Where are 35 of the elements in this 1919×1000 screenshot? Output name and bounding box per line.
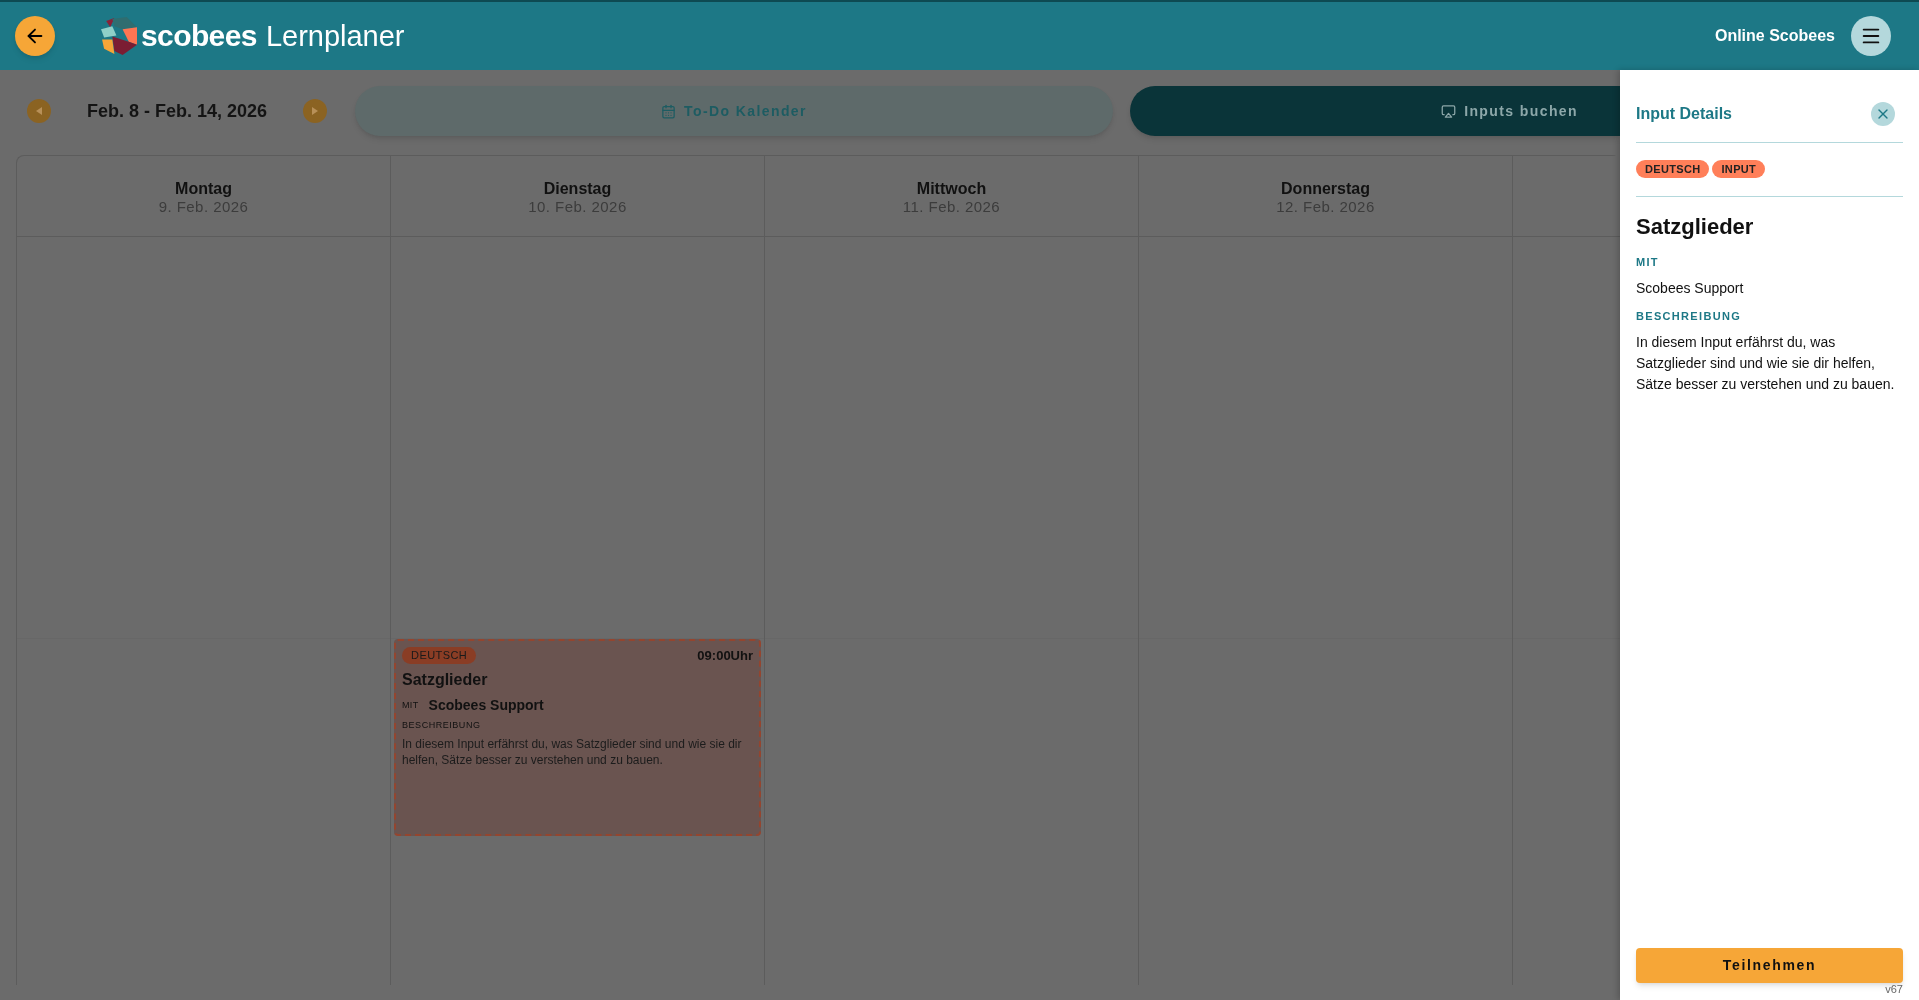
caret-left-icon [36,107,42,115]
subject-tag: DEUTSCH [402,647,477,664]
view-tab[interactable]: Inputs buchen [1130,86,1620,136]
event-host: Scobees Support [428,696,544,714]
join-button[interactable]: Teilnehmen [1636,948,1903,983]
host-name: Scobees Support [1636,279,1744,297]
user-name: Online Scobees [1714,26,1835,46]
tag: INPUT [1712,160,1766,178]
input-description: In diesem Input erfährst du, was Satzglieder sind und wie sie dir helfen, Sätze besser zu verstehen und zu bauen. [1636,333,1896,394]
description-label: BESCHREIBUNG [402,719,481,731]
description-label: BESCHREIBUNG [1636,309,1742,323]
day-name: Mittwoch [916,179,987,198]
screen-icon [1441,103,1457,119]
input-title: Satzglieder [1636,213,1754,241]
event-title: Satzglieder [402,670,488,690]
event-card[interactable]: DEUTSCH 09:00Uhr Satzglieder MIT Scobees Support BESCHREIBUNG In diesem Input erfährst du, was Satzglieder sind und wie sie dir helfen, Sätze besser zu verstehen und zu bauen. [394,639,761,836]
calendar-icon [661,103,677,119]
event-time: 09:00Uhr [697,647,753,664]
day-name: Dienstag [543,179,612,198]
with-label: MIT [1636,255,1659,269]
back-button[interactable] [15,16,55,56]
product-name: Lernplaner [265,19,405,54]
day-name: Montag [175,179,232,198]
week-range: Feb. 8 - Feb. 14, 2026 [86,99,268,123]
close-button[interactable] [1871,102,1895,126]
day-name: Donnerstag [1281,179,1370,198]
menu-button[interactable] [1851,16,1891,56]
caret-right-icon [312,107,318,115]
brand-name: scobees [141,18,257,54]
event-description: In diesem Input erfährst du, was Satzglieder sind und wie sie dir helfen, Sätze besser zu verstehen und zu bauen. [402,736,743,768]
with-label: MIT [402,699,419,711]
logo-icon [100,17,138,55]
tag: DEUTSCH [1636,160,1710,178]
version-label: v67 [1885,983,1903,996]
panel-title: Input Details [1636,104,1732,124]
